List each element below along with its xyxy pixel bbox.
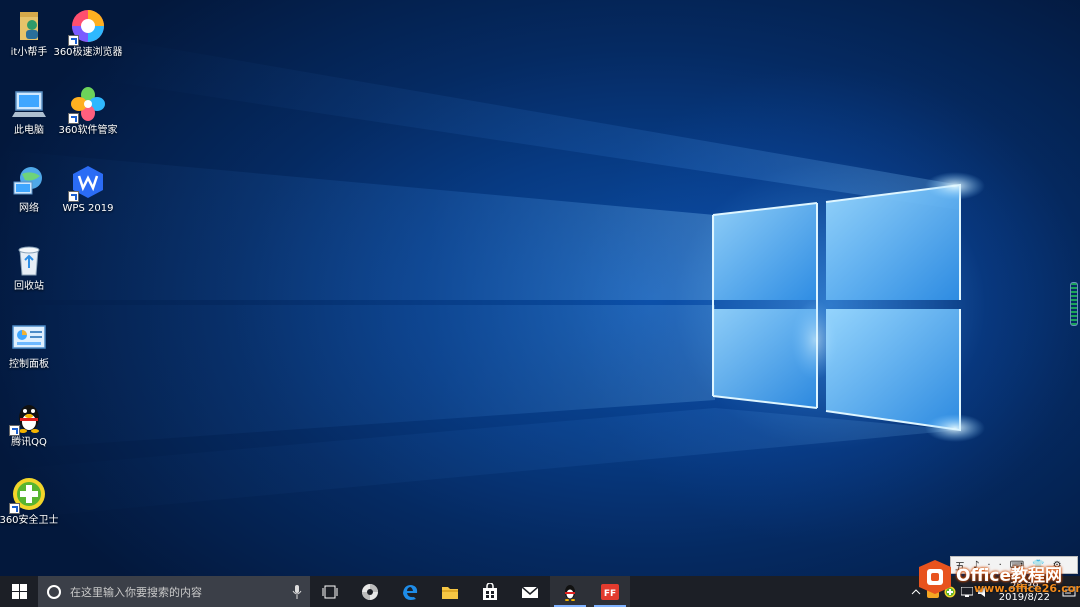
taskbar-360-browser[interactable]: [350, 576, 390, 607]
notification-icon: [1062, 586, 1076, 596]
task-view-button[interactable]: [310, 576, 350, 607]
recycle-bin-icon: [11, 242, 47, 278]
desktop-icon-wps[interactable]: WPS 2019: [50, 164, 126, 232]
desktop-icon-label: WPS 2019: [62, 203, 114, 214]
store-bag-icon: [483, 582, 497, 600]
tray-app-icon[interactable]: [925, 576, 942, 607]
foxmail-icon: FF: [601, 583, 619, 600]
desktop-icon-label: 360极速浏览器: [53, 47, 123, 58]
shortcut-arrow-icon: [68, 113, 79, 124]
taskbar-search-box[interactable]: 在这里输入你要搜索的内容: [38, 576, 310, 607]
taskbar-clock[interactable]: 20:39 2019/8/22: [993, 581, 1058, 603]
ime-toolbar[interactable]: 五 ♪ · · ⌨ 👕 ⚙: [950, 556, 1078, 574]
360-software-manager-icon: [68, 86, 106, 124]
wallpaper: [0, 40, 985, 520]
desktop-icon-360-software-manager[interactable]: 360软件管家: [50, 86, 126, 154]
shortcut-arrow-icon: [68, 191, 79, 202]
network-tray-icon: [961, 586, 974, 597]
360-security-icon: [9, 476, 47, 514]
start-button[interactable]: [0, 576, 38, 607]
ime-mode-indicator[interactable]: 五: [951, 558, 969, 573]
microphone-icon[interactable]: [292, 584, 302, 599]
taskbar: 在这里输入你要搜索的内容 FF 20:39 2019/8/22: [0, 576, 1080, 607]
speaker-icon: [978, 586, 986, 597]
taskbar-store[interactable]: [470, 576, 510, 607]
clock-date: 2019/8/22: [998, 591, 1050, 603]
ime-dot-icon[interactable]: ·: [983, 560, 994, 571]
desktop-icon-recycle-bin[interactable]: 回收站: [0, 242, 67, 310]
taskbar-file-explorer[interactable]: [430, 576, 470, 607]
360-security-icon: [944, 586, 956, 597]
ime-settings-icon[interactable]: ⚙: [1049, 560, 1066, 571]
taskbar-edge[interactable]: [390, 576, 430, 607]
system-tray: 20:39 2019/8/22: [908, 576, 1080, 607]
search-placeholder: 在这里输入你要搜索的内容: [70, 585, 202, 599]
360-browser-icon: [362, 583, 378, 600]
desktop-icon-360-browser[interactable]: 360极速浏览器: [50, 8, 126, 76]
tray-360-icon[interactable]: [942, 576, 959, 607]
folder-icon: [442, 586, 458, 599]
desktop-icon-360-security[interactable]: 360安全卫士: [0, 476, 67, 544]
desktop-icon-control-panel[interactable]: 控制面板: [0, 320, 67, 388]
action-center-button[interactable]: [1058, 576, 1080, 607]
shortcut-arrow-icon: [9, 503, 20, 514]
taskbar-foxmail[interactable]: FF: [590, 576, 630, 607]
qq-penguin-icon: [9, 398, 47, 436]
qq-penguin-icon: [565, 584, 575, 601]
control-panel-icon: [11, 320, 47, 356]
clock-time: 20:39: [1009, 580, 1039, 592]
taskbar-mail[interactable]: [510, 576, 550, 607]
tray-volume-icon[interactable]: [976, 576, 993, 607]
edge-icon: [403, 584, 418, 600]
windows-logo-icon: [11, 584, 27, 599]
360-browser-icon: [68, 8, 106, 46]
show-hidden-icons-button[interactable]: [908, 576, 925, 607]
wps-icon: [68, 164, 106, 202]
taskbar-qq[interactable]: [550, 576, 590, 607]
mail-icon: [521, 585, 539, 598]
ime-dot-icon[interactable]: ·: [995, 560, 1006, 571]
desktop-icon-qq[interactable]: 腾讯QQ: [0, 398, 67, 466]
chevron-up-icon: [911, 588, 921, 594]
ime-moon-icon[interactable]: ♪: [969, 560, 983, 571]
network-icon: [11, 164, 47, 200]
desktop-icon-label: 360软件管家: [58, 125, 118, 136]
shortcut-arrow-icon: [68, 35, 79, 46]
shortcut-arrow-icon: [9, 425, 20, 436]
desktop-icon-label: 回收站: [14, 281, 44, 292]
task-view-icon: [322, 585, 338, 598]
cortana-circle-icon: [47, 584, 61, 599]
ime-skin-icon[interactable]: 👕: [1028, 560, 1048, 571]
computer-icon: [11, 86, 47, 122]
foxmail-tray-icon: [927, 585, 940, 598]
svg-text:FF: FF: [604, 589, 616, 599]
desktop-icon-label: 控制面板: [9, 359, 49, 370]
desktop[interactable]: it小帮手 此电脑 网络 回收站 控制面板 腾讯QQ 360安全卫士 360极速…: [0, 0, 1080, 576]
desktop-icon-label: 腾讯QQ: [11, 437, 47, 448]
tray-network-icon[interactable]: [959, 576, 976, 607]
ime-keyboard-icon[interactable]: ⌨: [1006, 560, 1028, 571]
folder-user-icon: [11, 8, 47, 44]
desktop-icon-label: 360安全卫士: [0, 515, 59, 526]
sidebar-drag-handle[interactable]: [1070, 282, 1078, 326]
